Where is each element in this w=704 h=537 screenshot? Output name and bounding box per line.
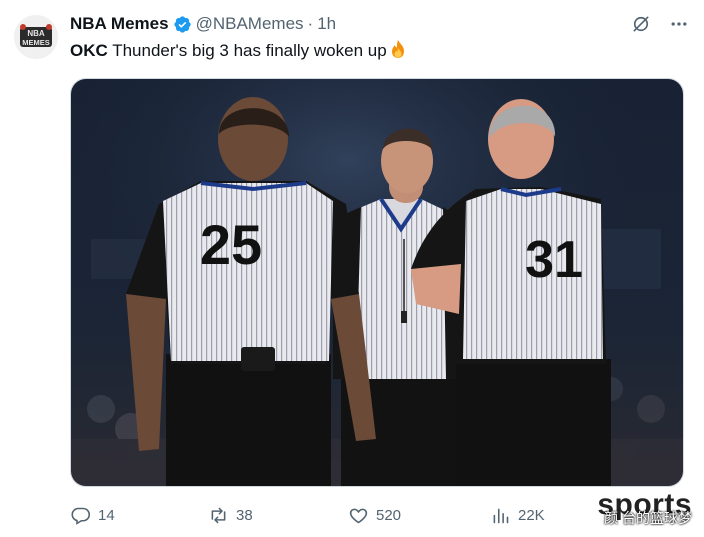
jersey-number-31: 31 — [525, 231, 583, 289]
verified-badge-icon — [173, 15, 191, 33]
like-count: 520 — [376, 506, 402, 524]
tweet-text: OKC Thunder's big 3 has finally woken up — [70, 39, 407, 62]
reply-count: 14 — [98, 506, 115, 524]
avatar[interactable]: NBA MEMES — [14, 15, 58, 59]
like-button[interactable]: 520 — [348, 500, 401, 530]
tweet-media-photo[interactable]: 25 31 — [70, 78, 684, 487]
more-options-icon[interactable] — [668, 13, 690, 35]
views-button[interactable]: 22K — [490, 500, 545, 530]
referees-photo: 25 31 — [71, 79, 683, 486]
tweet-text-body: Thunder's big 3 has finally woken up — [107, 41, 387, 60]
heart-icon — [349, 508, 368, 523]
views-chart-icon — [493, 508, 509, 523]
reply-button[interactable]: 14 — [70, 500, 115, 530]
retweet-count: 38 — [236, 506, 253, 524]
view-count: 22K — [518, 506, 545, 524]
nba-memes-logo: NBA MEMES — [14, 15, 58, 59]
retweet-icon — [211, 507, 226, 523]
user-handle[interactable]: @NBAMemes — [196, 14, 304, 34]
retweet-button[interactable]: 38 — [208, 500, 253, 530]
timestamp[interactable]: 1h — [317, 14, 336, 34]
svg-text:NBA: NBA — [27, 29, 45, 38]
svg-text:MEMES: MEMES — [22, 38, 50, 47]
tweet-text-bold: OKC — [70, 41, 108, 60]
grok-icon[interactable] — [630, 13, 652, 35]
separator-dot: · — [307, 14, 314, 33]
fire-emoji-icon — [391, 40, 404, 58]
top-actions — [630, 13, 690, 35]
watermark-caption: 颜 台的篮球梦 — [604, 510, 692, 526]
jersey-number-25: 25 — [200, 213, 262, 276]
reply-icon — [71, 507, 91, 525]
tweet-header: NBA Memes @NBAMemes · 1h — [70, 13, 336, 35]
display-name[interactable]: NBA Memes — [70, 14, 169, 34]
watermark: sports 颜 台的篮球梦 — [572, 488, 692, 534]
